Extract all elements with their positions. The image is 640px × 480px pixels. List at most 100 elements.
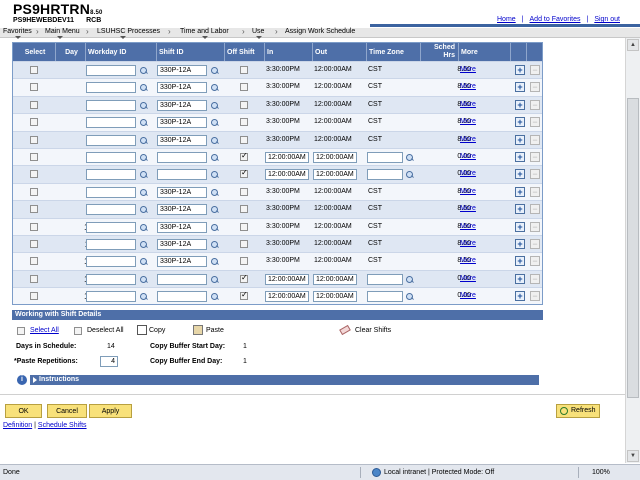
delete-row-icon[interactable]: −: [530, 134, 540, 145]
add-row-icon[interactable]: +: [515, 221, 525, 232]
nav-assign-work-schedule[interactable]: Assign Work Schedule: [285, 28, 355, 35]
out-time-input[interactable]: 12:00:00AM: [313, 291, 357, 303]
add-row-icon[interactable]: +: [515, 65, 525, 75]
workday-id-input[interactable]: [86, 82, 136, 94]
delete-row-icon[interactable]: −: [530, 117, 540, 128]
off-shift-checkbox[interactable]: [240, 257, 248, 266]
lookup-icon[interactable]: [210, 205, 219, 214]
add-row-icon[interactable]: +: [515, 151, 525, 162]
clear-shifts-button[interactable]: Clear Shifts: [355, 327, 391, 334]
chevron-down-icon[interactable]: [202, 36, 208, 39]
workday-id-input[interactable]: [86, 65, 136, 76]
paste-repetitions-input[interactable]: 4: [100, 356, 118, 367]
workday-id-input[interactable]: [86, 186, 136, 198]
chevron-down-icon[interactable]: [120, 36, 126, 39]
row-select-checkbox[interactable]: [30, 170, 38, 179]
instructions-toggle[interactable]: Instructions: [30, 375, 539, 385]
shift-id-input[interactable]: 330P-12A: [157, 99, 207, 111]
lookup-icon[interactable]: [210, 257, 219, 266]
add-row-icon[interactable]: +: [515, 134, 525, 145]
row-select-checkbox[interactable]: [30, 292, 38, 301]
add-row-icon[interactable]: +: [515, 273, 525, 284]
workday-id-input[interactable]: [86, 238, 136, 250]
shift-id-input[interactable]: [157, 151, 207, 163]
more-link[interactable]: More: [460, 101, 476, 108]
workday-id-input[interactable]: [86, 99, 136, 111]
more-link[interactable]: More: [460, 83, 476, 90]
row-select-checkbox[interactable]: [30, 205, 38, 214]
shift-id-input[interactable]: 330P-12A: [157, 238, 207, 250]
add-row-icon[interactable]: +: [515, 204, 525, 215]
vertical-scrollbar[interactable]: ▲ ▼: [625, 38, 640, 463]
lookup-icon[interactable]: [139, 292, 148, 301]
lookup-icon[interactable]: [139, 170, 148, 179]
lookup-icon[interactable]: [405, 170, 414, 179]
row-select-checkbox[interactable]: [30, 257, 38, 266]
workday-id-input[interactable]: [86, 169, 136, 181]
shift-id-input[interactable]: 330P-12A: [157, 186, 207, 198]
scroll-thumb[interactable]: [627, 98, 639, 398]
lookup-icon[interactable]: [139, 257, 148, 266]
paste-button[interactable]: Paste: [206, 327, 224, 334]
lookup-icon[interactable]: [210, 83, 219, 92]
more-link[interactable]: More: [460, 188, 476, 195]
workday-id-input[interactable]: [86, 134, 136, 146]
shift-id-input[interactable]: 330P-12A: [157, 65, 207, 76]
lookup-icon[interactable]: [139, 188, 148, 197]
lookup-icon[interactable]: [139, 101, 148, 110]
chevron-down-icon[interactable]: [15, 36, 21, 39]
lookup-icon[interactable]: [210, 66, 219, 75]
refresh-button[interactable]: Refresh: [556, 404, 600, 418]
out-time-input[interactable]: 12:00:00AM: [313, 151, 357, 163]
lookup-icon[interactable]: [210, 275, 219, 284]
shift-id-input[interactable]: [157, 291, 207, 303]
shift-id-input[interactable]: 330P-12A: [157, 82, 207, 94]
add-row-icon[interactable]: +: [515, 99, 525, 110]
delete-row-icon[interactable]: −: [530, 204, 540, 215]
delete-row-icon[interactable]: −: [530, 238, 540, 249]
more-link[interactable]: More: [460, 205, 476, 212]
out-time-input[interactable]: 12:00:00AM: [313, 273, 357, 285]
chevron-down-icon[interactable]: [57, 36, 63, 39]
row-select-checkbox[interactable]: [30, 83, 38, 92]
add-row-icon[interactable]: +: [515, 186, 525, 197]
row-select-checkbox[interactable]: [30, 152, 38, 161]
nav-use[interactable]: Use: [252, 28, 264, 35]
more-link[interactable]: More: [460, 118, 476, 125]
delete-row-icon[interactable]: −: [530, 291, 540, 302]
off-shift-checkbox[interactable]: [240, 135, 248, 144]
more-link[interactable]: More: [460, 275, 476, 282]
workday-id-input[interactable]: [86, 151, 136, 163]
nav-lsuhsc-processes[interactable]: LSUHSC Processes: [97, 28, 160, 35]
shift-id-input[interactable]: [157, 273, 207, 285]
home-link[interactable]: Home: [491, 16, 522, 23]
delete-row-icon[interactable]: −: [530, 99, 540, 110]
row-select-checkbox[interactable]: [30, 274, 38, 283]
workday-id-input[interactable]: [86, 273, 136, 285]
off-shift-checkbox[interactable]: [240, 83, 248, 92]
lookup-icon[interactable]: [139, 153, 148, 162]
off-shift-checkbox[interactable]: [240, 66, 248, 74]
in-time-input[interactable]: 12:00:00AM: [265, 273, 309, 285]
out-time-input[interactable]: 12:00:00AM: [313, 169, 357, 181]
lookup-icon[interactable]: [139, 118, 148, 127]
add-row-icon[interactable]: +: [515, 256, 525, 267]
add-to-favorites-link[interactable]: Add to Favorites: [524, 16, 587, 23]
add-row-icon[interactable]: +: [515, 291, 525, 302]
lookup-icon[interactable]: [210, 153, 219, 162]
in-time-input[interactable]: 12:00:00AM: [265, 169, 309, 181]
delete-row-icon[interactable]: −: [530, 221, 540, 232]
shift-id-input[interactable]: 330P-12A: [157, 221, 207, 233]
schedule-shifts-link[interactable]: Schedule Shifts: [38, 422, 87, 429]
definition-link[interactable]: Definition: [3, 422, 32, 429]
workday-id-input[interactable]: [86, 256, 136, 268]
off-shift-checkbox[interactable]: [240, 239, 248, 248]
ok-button[interactable]: OK: [5, 404, 42, 418]
copy-icon[interactable]: [137, 325, 147, 335]
apply-button[interactable]: Apply: [89, 404, 132, 418]
eraser-icon[interactable]: [339, 324, 351, 336]
lookup-icon[interactable]: [405, 275, 414, 284]
shift-id-input[interactable]: 330P-12A: [157, 256, 207, 268]
off-shift-checkbox[interactable]: [240, 273, 248, 283]
time-zone-input[interactable]: [367, 151, 403, 163]
